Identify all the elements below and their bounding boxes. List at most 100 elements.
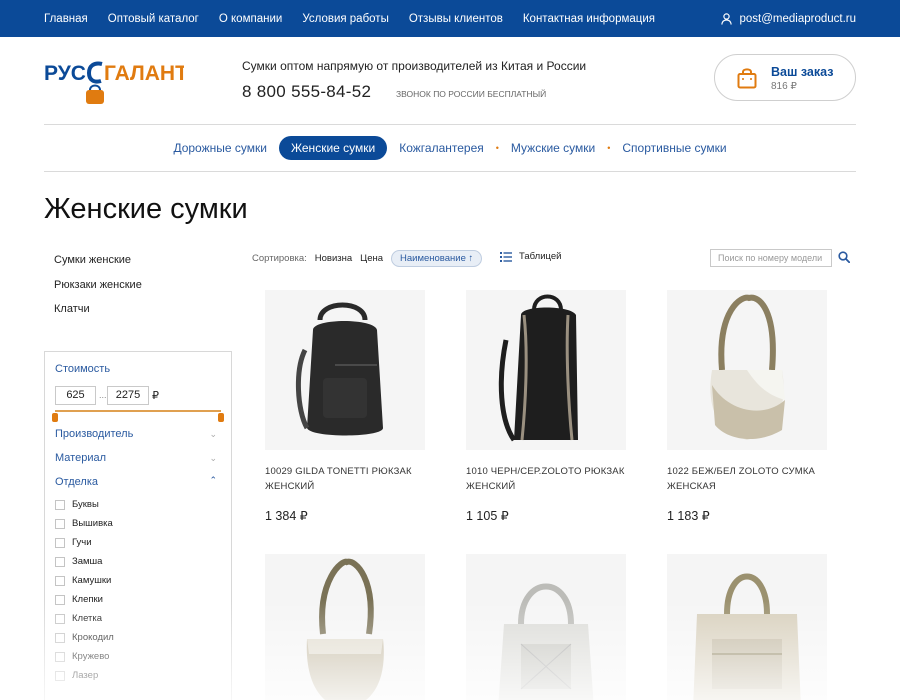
checkbox[interactable] bbox=[55, 537, 65, 548]
finish-option[interactable]: Гучи bbox=[55, 537, 92, 548]
cart-button[interactable]: Ваш заказ 816 ₽ bbox=[714, 54, 856, 101]
subcategory-womens-backpacks[interactable]: Рюкзаки женские bbox=[54, 279, 142, 304]
category-womens-bags[interactable]: Женские сумки bbox=[278, 136, 388, 160]
finish-option[interactable]: Крокодил bbox=[55, 632, 114, 643]
finish-option-label: Кружево bbox=[72, 651, 110, 662]
phone-note: Звонок по России бесплатный bbox=[396, 89, 547, 99]
product-image[interactable] bbox=[265, 554, 425, 700]
subcategory-clutches[interactable]: Клатчи bbox=[54, 303, 142, 328]
header-tagline: Сумки оптом напрямую от производителей и… bbox=[242, 59, 587, 73]
topnav-item-terms[interactable]: Условия работы bbox=[302, 13, 389, 25]
site-logo[interactable]: РУС ГАЛАНТ bbox=[44, 55, 188, 110]
filter-finish[interactable]: Отделка bbox=[55, 476, 98, 488]
topnav-item-about[interactable]: О компании bbox=[219, 13, 282, 25]
product-card[interactable] bbox=[667, 554, 827, 700]
product-card[interactable] bbox=[265, 554, 425, 700]
chevron-up-icon[interactable]: ⌃ bbox=[209, 475, 217, 486]
category-mens-bags[interactable]: Мужские сумки bbox=[499, 136, 607, 160]
finish-option[interactable]: Буквы bbox=[55, 499, 99, 510]
finish-option[interactable]: Кружево bbox=[55, 651, 109, 662]
product-card[interactable]: 10029 GILDA TONETTI рюкзак женский 1 384… bbox=[265, 290, 425, 523]
svg-text:ГАЛАНТ: ГАЛАНТ bbox=[104, 62, 184, 85]
checkbox[interactable] bbox=[55, 632, 65, 643]
price-min-input[interactable]: 625 bbox=[55, 386, 96, 405]
finish-option[interactable]: Камушки bbox=[55, 575, 111, 586]
finish-option[interactable]: Лазер bbox=[55, 670, 98, 681]
price-max-input[interactable]: 2275 bbox=[107, 386, 149, 405]
finish-option-label: Лазер bbox=[72, 670, 99, 681]
cart-sum: 816 ₽ bbox=[771, 81, 797, 92]
checkbox[interactable] bbox=[55, 556, 65, 567]
finish-option[interactable]: Клепки bbox=[55, 594, 103, 605]
product-price: 1 384 ₽ bbox=[265, 509, 308, 523]
product-image[interactable] bbox=[667, 554, 827, 700]
shopping-bag-icon bbox=[737, 68, 757, 89]
svg-text:РУС: РУС bbox=[44, 62, 86, 85]
topnav-item-home[interactable]: Главная bbox=[44, 13, 88, 25]
sort-by-name[interactable]: Наименование ↑ bbox=[391, 249, 483, 267]
checkbox[interactable] bbox=[55, 499, 65, 510]
filter-material[interactable]: Материал bbox=[55, 452, 106, 464]
account-email[interactable]: post@mediaproduct.ru bbox=[739, 13, 856, 25]
logo-mark: РУС ГАЛАНТ bbox=[44, 61, 188, 104]
product-card[interactable] bbox=[466, 554, 626, 700]
product-image[interactable] bbox=[466, 290, 626, 450]
divider bbox=[44, 171, 856, 172]
checkbox[interactable] bbox=[55, 613, 65, 624]
checkbox[interactable] bbox=[55, 575, 65, 586]
product-image[interactable] bbox=[265, 290, 425, 450]
finish-option-label: Вышивка bbox=[72, 518, 113, 529]
finish-option[interactable]: Вышивка bbox=[55, 518, 113, 529]
list-view-icon bbox=[500, 251, 512, 262]
category-leather-goods[interactable]: Кожгалантерея bbox=[387, 136, 496, 160]
view-table-toggle[interactable]: Таблицей bbox=[500, 251, 561, 262]
finish-option-label: Клетка bbox=[72, 613, 103, 624]
finish-option-label: Камушки bbox=[72, 575, 112, 586]
price-slider-min-handle[interactable] bbox=[52, 413, 58, 422]
finish-option-label: Буквы bbox=[72, 499, 99, 510]
finish-option-label: Крокодил bbox=[72, 632, 114, 643]
topnav-item-reviews[interactable]: Отзывы клиентов bbox=[409, 13, 503, 25]
account-link[interactable]: post@mediaproduct.ru bbox=[721, 0, 856, 37]
chevron-down-icon[interactable]: ⌄ bbox=[209, 453, 217, 464]
finish-option-label: Замша bbox=[72, 556, 103, 567]
finish-option-label: Клепки bbox=[72, 594, 103, 605]
filter-manufacturer[interactable]: Производитель bbox=[55, 428, 133, 440]
checkbox[interactable] bbox=[55, 594, 65, 605]
product-image[interactable] bbox=[667, 290, 827, 450]
page-title: Женские сумки bbox=[44, 193, 248, 225]
sort-by-newest[interactable]: Новизна bbox=[315, 253, 352, 264]
price-filter-label[interactable]: Стоимость bbox=[55, 363, 110, 375]
checkbox[interactable] bbox=[55, 518, 65, 529]
header-phone[interactable]: 8 800 555-84-52 bbox=[242, 82, 371, 102]
topnav-item-contacts[interactable]: Контактная информация bbox=[523, 13, 655, 25]
finish-option-label: Гучи bbox=[72, 537, 92, 548]
model-search-input[interactable]: Поиск по номеру модели bbox=[710, 249, 832, 267]
product-name[interactable]: 1010 черн/сер.ZOLOTO рюкзак женский bbox=[466, 464, 626, 494]
subcategory-womens-bags[interactable]: Сумки женские bbox=[54, 254, 142, 279]
product-name[interactable]: 1022 беж/бел ZOLOTO сумка женская bbox=[667, 464, 827, 494]
product-name[interactable]: 10029 GILDA TONETTI рюкзак женский bbox=[265, 464, 425, 494]
sort-by-price[interactable]: Цена bbox=[360, 253, 383, 264]
checkbox[interactable] bbox=[55, 651, 65, 662]
price-range-separator: ... bbox=[99, 390, 107, 400]
checkbox[interactable] bbox=[55, 670, 65, 681]
user-icon bbox=[721, 12, 733, 25]
product-card[interactable]: 1022 беж/бел ZOLOTO сумка женская 1 183 … bbox=[667, 290, 827, 523]
category-travel-bags[interactable]: Дорожные сумки bbox=[161, 136, 279, 160]
search-icon[interactable] bbox=[838, 251, 850, 263]
top-nav: Главная Оптовый каталог О компании Услов… bbox=[44, 0, 655, 37]
price-slider-track[interactable] bbox=[55, 410, 221, 412]
chevron-down-icon[interactable]: ⌄ bbox=[209, 429, 217, 440]
category-sport-bags[interactable]: Спортивные сумки bbox=[610, 136, 738, 160]
finish-option[interactable]: Замша bbox=[55, 556, 102, 567]
view-table-label: Таблицей bbox=[519, 251, 562, 262]
product-image[interactable] bbox=[466, 554, 626, 700]
price-slider-max-handle[interactable] bbox=[218, 413, 224, 422]
finish-option[interactable]: Клетка bbox=[55, 613, 102, 624]
subcategory-list: Сумки женские Рюкзаки женские Клатчи bbox=[54, 254, 142, 328]
topnav-item-catalog[interactable]: Оптовый каталог bbox=[108, 13, 199, 25]
sort-bar: Сортировка: Новизна Цена Наименование ↑ bbox=[252, 249, 483, 267]
top-bar: Главная Оптовый каталог О компании Услов… bbox=[0, 0, 900, 37]
product-card[interactable]: 1010 черн/сер.ZOLOTO рюкзак женский 1 10… bbox=[466, 290, 626, 523]
